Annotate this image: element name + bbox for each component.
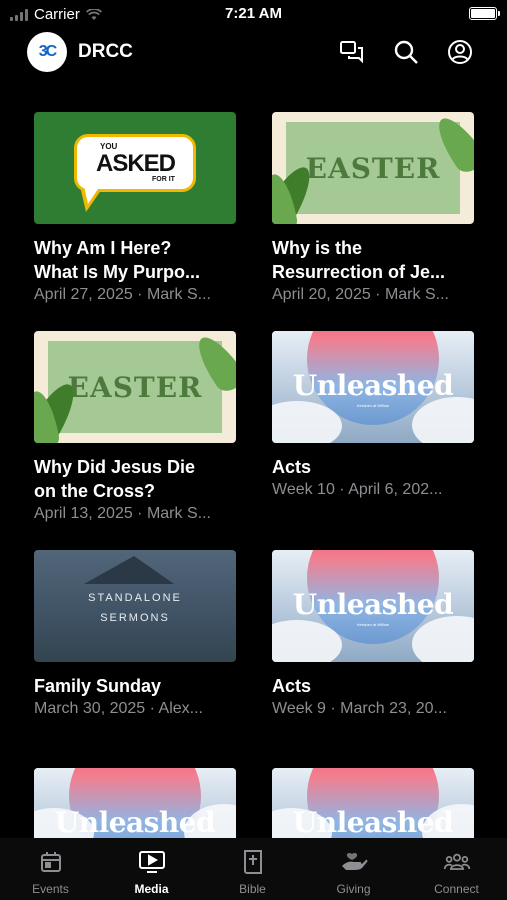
media-title-line1: Acts [272,676,312,696]
logo-mark: 3C [38,43,58,60]
giving-hand-icon [340,848,368,876]
tab-events[interactable]: Events [0,838,101,900]
media-title: Acts [272,674,474,698]
media-subtitle: April 20, 2025 · Mark S... [272,286,449,303]
media-thumbnail[interactable]: YOU ASKED FOR IT [34,112,236,224]
thumb-art-text: Unleashed [292,806,454,839]
media-title-line1: Acts [272,457,312,477]
media-title-line2: on the Cross? [34,481,156,501]
media-title-line2: Resurrection of Je... [272,262,446,282]
media-card[interactable]: EASTER Why is the Resurrection of Je... … [272,112,474,306]
tab-label: Bible [239,882,266,896]
people-icon [443,848,471,876]
media-card[interactable]: YOU ASKED FOR IT Why Am I Here? What Is … [34,112,236,306]
media-subtitle: April 27, 2025 · Mark S... [34,286,211,303]
tab-label: Events [32,882,69,896]
media-subtitle: Week 9 · March 23, 20... [272,700,447,717]
media-thumbnail[interactable]: EASTER [34,331,236,443]
media-thumbnail[interactable]: STANDALONE SERMONS [34,550,236,662]
calendar-icon [37,848,65,876]
tab-label: Connect [434,882,479,896]
battery-icon [469,7,500,20]
media-title-line1: Why is the [272,238,363,258]
media-card[interactable]: Unleashed freedom at Willow Acts Week 10… [272,331,474,501]
media-title-line1: Family Sunday [34,676,162,696]
rock-shape [84,556,174,584]
tab-bible[interactable]: Bible [202,838,303,900]
thumb-art-text: freedom at Willow [357,622,389,627]
media-title-line1: Why Did Jesus Die [34,457,196,477]
bible-icon [239,848,267,876]
search-icon[interactable] [392,38,420,66]
media-subtitle: Week 10 · April 6, 202... [272,481,443,498]
thumb-art-text: STANDALONE [88,592,182,604]
media-title: Why Am I Here? What Is My Purpo... [34,236,236,284]
media-title: Why Did Jesus Die on the Cross? [34,455,236,503]
media-play-icon [138,848,166,876]
status-time: 7:21 AM [225,5,282,22]
media-title: Acts [272,455,474,479]
thumb-art-text: ASKED [96,150,176,177]
tab-label: Media [134,882,169,896]
thumb-art-text: Unleashed [54,806,216,839]
media-subtitle: April 13, 2025 · Mark S... [34,505,211,522]
thumb-art-text: freedom at Willow [357,403,389,408]
bottom-tab-bar: Events Media Bible Giving Connect [0,838,507,900]
chat-icon[interactable] [338,38,366,66]
profile-icon[interactable] [446,38,474,66]
media-title-line2: What Is My Purpo... [34,262,201,282]
thumb-art-text: SERMONS [100,612,170,624]
media-thumbnail[interactable]: Unleashed freedom at Willow [272,550,474,662]
media-card[interactable]: Unleashed freedom at Willow Acts Week 9 … [272,550,474,720]
media-thumbnail[interactable]: EASTER [272,112,474,224]
media-title: Family Sunday [34,674,236,698]
thumb-art-text: FOR IT [152,176,175,183]
media-title: Why is the Resurrection of Je... [272,236,474,284]
media-card[interactable]: STANDALONE SERMONS Family Sunday March 3… [34,550,236,720]
tab-connect[interactable]: Connect [406,838,507,900]
speech-bubble-tail-inner [84,186,100,204]
thumb-art-text: Unleashed [292,369,454,402]
church-logo[interactable]: 3C [27,32,67,72]
media-subtitle: March 30, 2025 · Alex... [34,700,203,717]
status-bar: Carrier 7:21 AM [0,0,507,28]
thumb-art-text: Unleashed [292,588,454,621]
media-thumbnail[interactable]: Unleashed freedom at Willow [272,331,474,443]
media-card[interactable]: EASTER Why Did Jesus Die on the Cross? A… [34,331,236,525]
app-header: 3C DRCC [0,30,507,76]
tab-label: Giving [336,882,371,896]
media-title-line1: Why Am I Here? [34,238,172,258]
tab-giving[interactable]: Giving [303,838,404,900]
tab-media[interactable]: Media [101,838,202,900]
app-title: DRCC [78,41,133,62]
